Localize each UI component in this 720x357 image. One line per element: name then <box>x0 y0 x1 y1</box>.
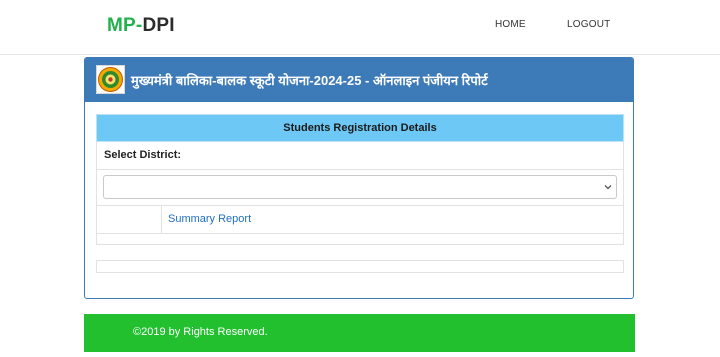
district-select-row <box>96 170 624 206</box>
table-heading: Students Registration Details <box>96 114 624 142</box>
nav-home-link[interactable]: HOME <box>495 19 526 30</box>
footer: ©2019 by Rights Reserved. <box>84 314 635 352</box>
top-navbar: MP-DPI HOME LOGOUT <box>0 0 720 55</box>
district-select[interactable] <box>103 175 617 199</box>
cell-divider <box>161 206 162 234</box>
brand-mp: MP- <box>107 15 143 36</box>
select-district-label: Select District: <box>96 142 624 170</box>
summary-row: Summary Report <box>96 206 624 234</box>
nav-logout-link[interactable]: LOGOUT <box>567 19 610 30</box>
panel-title: मुख्यमंत्री बालिका-बालक स्कूटी योजना-202… <box>131 73 488 88</box>
report-results-area <box>96 260 624 273</box>
summary-report-link[interactable]: Summary Report <box>168 213 251 225</box>
panel-header: मुख्यमंत्री बालिका-बालक स्कूटी योजना-202… <box>85 58 633 102</box>
emblem-logo-icon <box>96 65 125 94</box>
brand-logo[interactable]: MP-DPI <box>107 15 175 37</box>
chevron-down-icon <box>604 185 612 190</box>
empty-row <box>96 234 624 245</box>
brand-dpi: DPI <box>142 15 175 36</box>
footer-copyright: ©2019 by Rights Reserved. <box>133 326 268 338</box>
report-panel: मुख्यमंत्री बालिका-बालक स्कूटी योजना-202… <box>84 57 634 299</box>
